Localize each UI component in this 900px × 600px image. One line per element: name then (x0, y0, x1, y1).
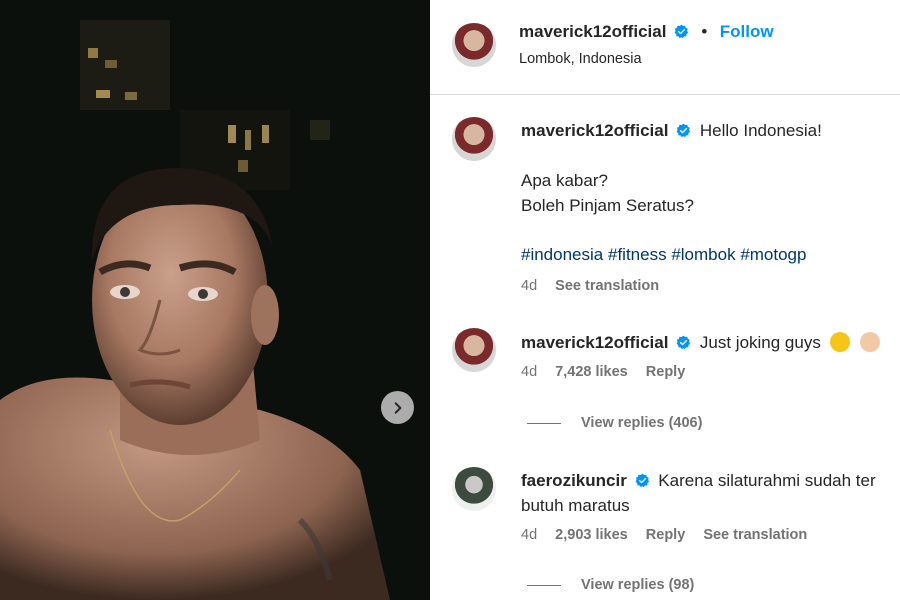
see-translation-button[interactable]: See translation (555, 278, 659, 294)
comment-meta: 4d 7,428 likes Reply (521, 364, 900, 380)
caption-hashtags: #indonesia #fitness #lombok #motogp (521, 242, 891, 267)
caption: maverick12official Hello Indonesia! Apa … (521, 118, 891, 294)
comment-time[interactable]: 4d (521, 527, 537, 543)
caption-username[interactable]: maverick12official (521, 121, 668, 140)
reply-button[interactable]: Reply (646, 527, 686, 543)
caption-line-2: Apa kabar? (521, 171, 608, 190)
chevron-right-icon (394, 401, 401, 414)
selfie-image (0, 0, 430, 600)
comment-meta: 4d 2,903 likes Reply See translation (521, 527, 900, 543)
verified-badge-icon (635, 473, 649, 488)
comment-item: maverick12official Just joking guys 4d 7… (521, 330, 900, 380)
post-photo[interactable] (0, 0, 430, 600)
view-replies-button[interactable]: View replies (406) (527, 415, 702, 431)
caption-line-1: Hello Indonesia! (699, 121, 822, 140)
comment-item: faerozikuncir Karena silaturahmi sudah t… (521, 468, 900, 543)
next-photo-button[interactable] (381, 391, 414, 424)
hashtag-link[interactable]: #lombok (671, 245, 735, 264)
separator-dot: • (701, 22, 708, 41)
comment-time[interactable]: 4d (521, 364, 537, 380)
comment-text: Karena silaturahmi sudah ter (658, 471, 876, 490)
author-username[interactable]: maverick12official (519, 22, 666, 41)
caption-meta: 4d See translation (521, 278, 891, 294)
comment-likes[interactable]: 7,428 likes (555, 364, 628, 380)
verified-badge-icon (676, 335, 691, 350)
comment-likes[interactable]: 2,903 likes (555, 527, 628, 543)
author-avatar[interactable] (452, 23, 496, 67)
caption-time[interactable]: 4d (521, 278, 537, 294)
hashtag-link[interactable]: #fitness (608, 245, 667, 264)
view-replies-label: View replies (406) (581, 415, 703, 431)
view-replies-button[interactable]: View replies (98) (527, 577, 694, 593)
comment-text: Just joking guys (699, 333, 821, 352)
view-replies-label: View replies (98) (581, 577, 695, 593)
post-header: maverick12official • Follow Lombok, Indo… (430, 0, 900, 95)
see-translation-button[interactable]: See translation (703, 527, 807, 543)
heart-hands-emoji-icon (860, 332, 881, 352)
verified-badge-icon (676, 123, 691, 138)
post-side-panel: maverick12official • Follow Lombok, Indo… (430, 0, 900, 600)
reply-button[interactable]: Reply (646, 364, 686, 380)
caption-avatar[interactable] (452, 117, 496, 161)
comment-avatar[interactable] (452, 467, 496, 511)
comment-avatar[interactable] (452, 328, 496, 372)
verified-badge-icon (674, 24, 688, 39)
follow-button[interactable]: Follow (720, 22, 774, 41)
post-location[interactable]: Lombok, Indonesia (519, 51, 642, 67)
replies-divider-line (527, 422, 561, 424)
hashtag-link[interactable]: #indonesia (521, 245, 603, 264)
replies-divider-line (527, 584, 561, 586)
comment-username[interactable]: faerozikuncir (521, 471, 627, 490)
hashtag-link[interactable]: #motogp (740, 245, 806, 264)
caption-line-3: Boleh Pinjam Seratus? (521, 196, 694, 215)
comment-username[interactable]: maverick12official (521, 333, 668, 352)
rofl-emoji-icon (829, 332, 850, 352)
comment-text-continued: butuh maratus (521, 496, 630, 515)
author-line: maverick12official • Follow (519, 22, 774, 42)
